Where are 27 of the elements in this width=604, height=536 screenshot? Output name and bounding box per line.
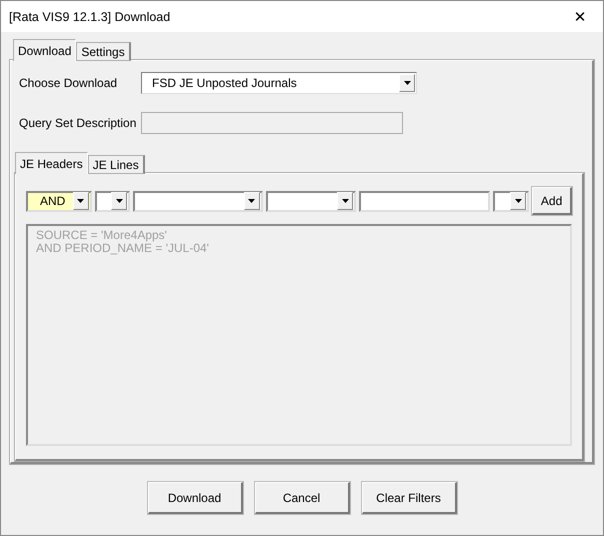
filter-dropdown[interactable] <box>266 190 356 212</box>
tab[interactable]: Download <box>13 39 76 61</box>
tab[interactable]: JE Lines <box>88 155 145 174</box>
add-button[interactable]: Add <box>532 187 572 215</box>
field-label: Query Set Description <box>19 116 138 130</box>
filter-dropdown[interactable] <box>133 190 263 212</box>
filter-line: SOURCE = 'More4Apps' <box>36 229 168 242</box>
window-title: [Rata VIS9 12.1.3] Download <box>9 10 170 24</box>
filter-line: AND PERIOD_NAME = 'JUL-04' <box>36 242 210 255</box>
dialog-button[interactable]: Cancel <box>254 482 350 514</box>
dropdown-arrow-icon <box>116 199 123 203</box>
dropdown-arrow-icon <box>248 199 256 203</box>
download-dropdown[interactable]: FSD JE Unposted Journals <box>141 72 417 94</box>
dropdown-arrow-icon <box>342 199 349 203</box>
filter-dropdown[interactable] <box>493 190 530 212</box>
filter-value-field[interactable] <box>359 190 490 212</box>
dropdown-arrow-icon <box>404 81 410 85</box>
filter-dropdown[interactable] <box>94 190 130 212</box>
field-label: Choose Download <box>19 76 118 90</box>
dropdown-arrow-icon <box>514 199 522 203</box>
dialog-button[interactable]: Clear Filters <box>362 482 456 514</box>
filter-dropdown[interactable]: AND <box>26 190 92 212</box>
dropdown-arrow-icon <box>77 199 84 203</box>
tab[interactable]: JE Headers <box>15 152 88 174</box>
description-field[interactable] <box>141 112 403 134</box>
dialog-button[interactable]: Download <box>148 482 242 514</box>
tab[interactable]: Settings <box>76 42 131 61</box>
